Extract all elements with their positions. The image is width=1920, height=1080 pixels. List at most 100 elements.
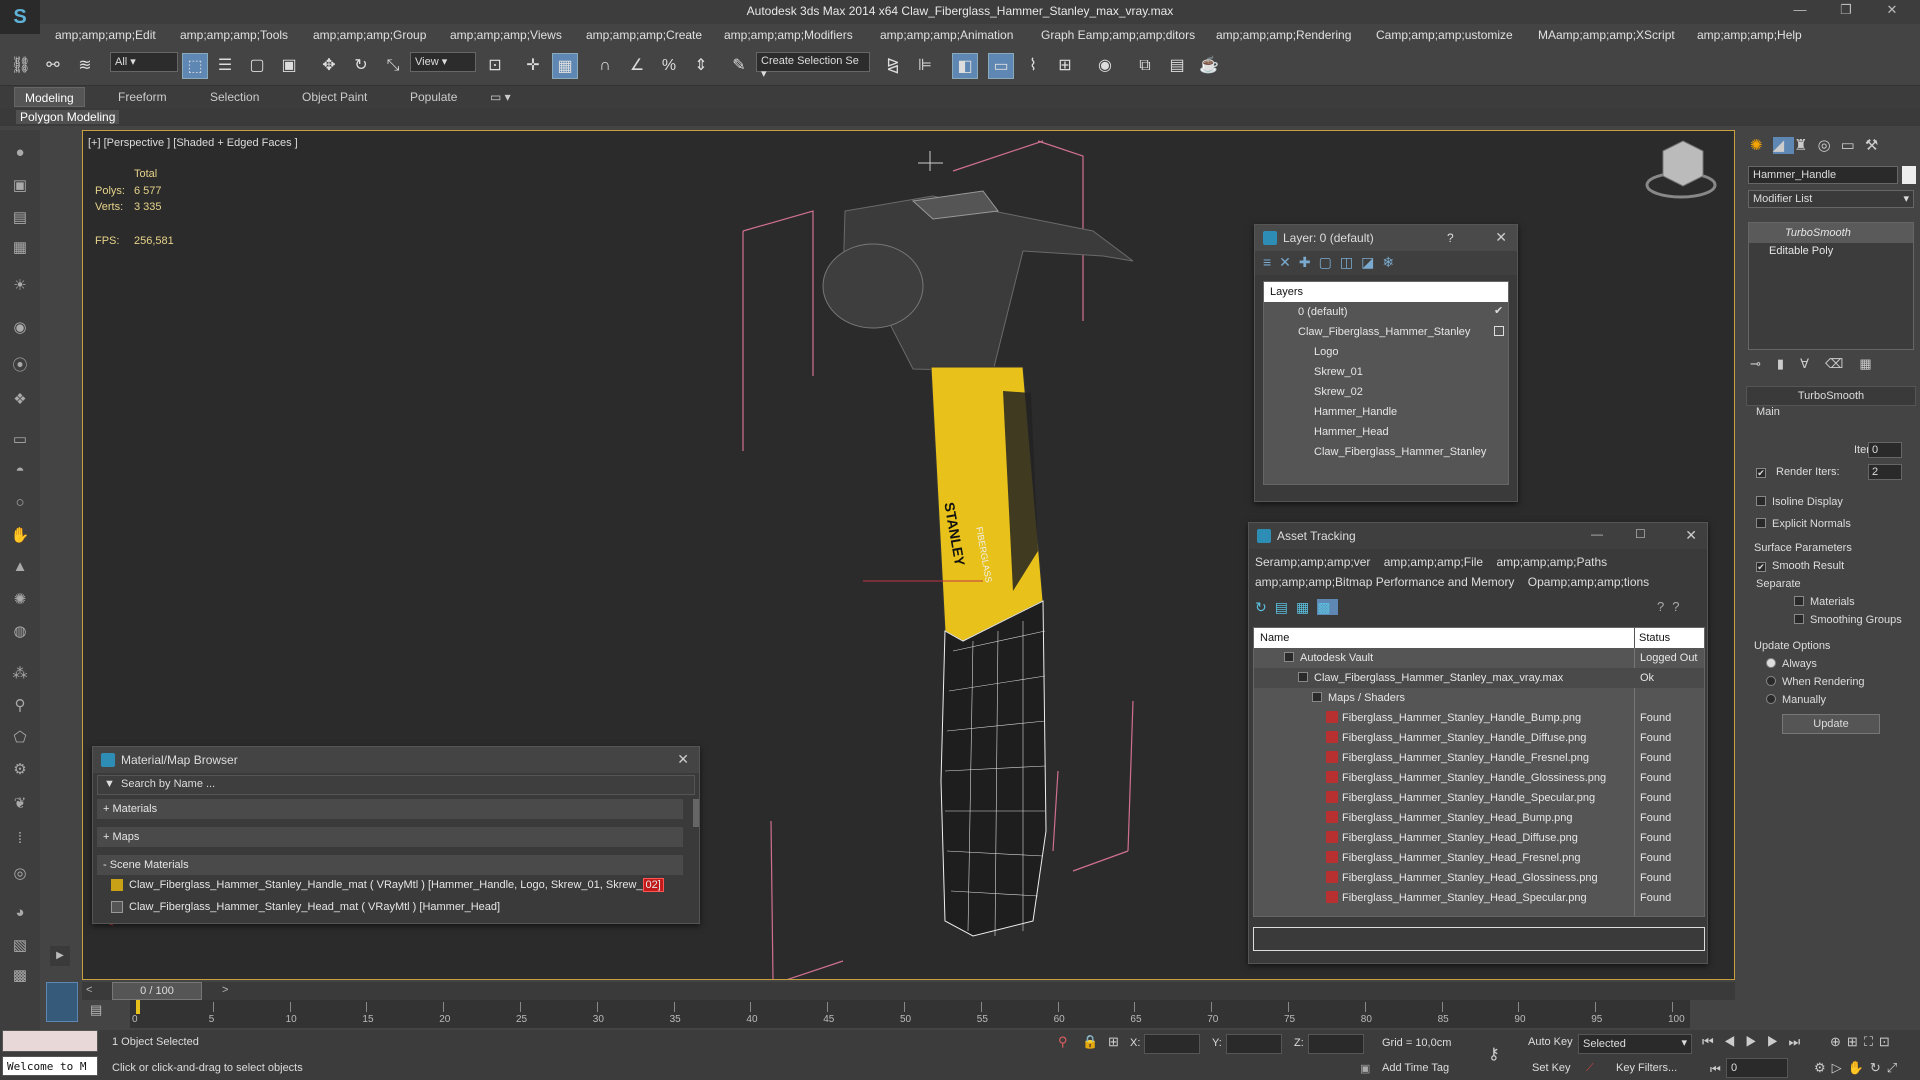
update-button[interactable]: Update [1782, 714, 1880, 734]
scale-icon[interactable]: ⤡ [380, 53, 406, 79]
make-unique-icon[interactable]: ∀ [1800, 356, 1825, 371]
rectangular-selection-icon[interactable]: ▢ [244, 53, 270, 79]
asset-col-status[interactable]: Status [1635, 628, 1704, 648]
object-name-field[interactable]: Hammer_Handle [1748, 166, 1898, 184]
asset-row[interactable]: Fiberglass_Hammer_Stanley_Handle_Glossin… [1254, 768, 1704, 788]
prev-frame-icon[interactable]: < [86, 984, 92, 996]
play-icon[interactable]: ▶ [1745, 1034, 1767, 1049]
time-config-icon[interactable]: ⚙ [1814, 1060, 1832, 1075]
render-iters-checkbox[interactable]: ✔ [1756, 466, 1772, 478]
layer-highlight-icon[interactable]: ◫ [1340, 254, 1361, 270]
select-object-icon[interactable]: ⬚ [182, 53, 208, 79]
angle-snap-icon[interactable]: ∠ [624, 53, 650, 79]
motion-tab-icon[interactable]: ◎ [1818, 137, 1841, 154]
window-crossing-icon[interactable]: ▣ [276, 53, 302, 79]
previous-key-icon[interactable]: ◀ [1724, 1034, 1746, 1049]
time-slider[interactable]: < 0 / 100 > [82, 982, 1735, 1000]
material-browser-close-icon[interactable]: ✕ [677, 751, 689, 768]
material-search-box[interactable]: ▼ Search by Name ... [97, 775, 695, 795]
current-frame-field[interactable]: 0 [1726, 1058, 1788, 1078]
layer-add-icon[interactable]: ✚ [1299, 254, 1319, 270]
spinner-snap-icon[interactable]: ⇕ [688, 53, 714, 79]
modifier-list-dropdown[interactable]: Modifier List ▾ [1748, 190, 1914, 208]
asset-row[interactable]: Fiberglass_Hammer_Stanley_Handle_Bump.pn… [1254, 708, 1704, 728]
current-time-marker[interactable] [136, 1000, 140, 1014]
rendered-frame-window-icon[interactable]: ▤ [1164, 53, 1190, 79]
create-tab-icon[interactable]: ✺ [1750, 137, 1773, 154]
mini-listener-icon[interactable] [46, 982, 78, 1022]
layers-column-header[interactable]: Layers [1264, 282, 1508, 302]
close-button[interactable]: ✕ [1872, 2, 1912, 22]
utilities-tab-icon[interactable]: ⚒ [1865, 137, 1888, 154]
hair-icon[interactable]: ⁞ [8, 830, 32, 852]
menu-modifiers[interactable]: amp;amp;amp;Modifiers [724, 28, 853, 42]
tab-modeling[interactable]: Modeling [14, 87, 85, 107]
app-menu-icon[interactable]: S [0, 0, 40, 34]
show-end-result-icon[interactable]: ▮ [1777, 356, 1800, 371]
next-frame-icon[interactable]: > [222, 984, 228, 996]
select-manipulate-icon[interactable]: ✛ [520, 53, 546, 79]
set-key-key-icon[interactable]: ⚷ [1488, 1044, 1500, 1064]
hemisphere-icon[interactable]: ◓ [8, 462, 32, 484]
maxscript-listener-field[interactable] [2, 1030, 98, 1052]
z-coord-field[interactable] [1308, 1034, 1364, 1054]
layer-select-icon[interactable]: ▢ [1319, 254, 1340, 270]
asset-row[interactable]: Fiberglass_Hammer_Stanley_Head_Fresnel.p… [1254, 848, 1704, 868]
orbit-icon[interactable]: ↻ [1870, 1060, 1887, 1075]
sphere-icon[interactable]: ○ [8, 494, 32, 516]
menu-customize[interactable]: Camp;amp;amp;ustomize [1376, 28, 1513, 42]
asset-row[interactable]: Autodesk Vault Logged Out [1254, 648, 1704, 668]
asset-row[interactable]: Fiberglass_Hammer_Stanley_Handle_Fresnel… [1254, 748, 1704, 768]
key-mode-toggle-icon[interactable]: ⏮ [1710, 1062, 1721, 1077]
y-coord-field[interactable] [1226, 1034, 1282, 1054]
key-mode-dropdown[interactable]: Selected ▾ [1578, 1034, 1692, 1054]
turbosmooth-rollout[interactable]: TurboSmooth [1746, 386, 1916, 406]
layer-object-skrew-02[interactable]: Skrew_02 [1264, 382, 1363, 402]
pin-stack-icon[interactable]: ⊸ [1750, 356, 1777, 371]
isolate-selection-icon[interactable]: ⚲ [1058, 1034, 1068, 1050]
curve-editor-icon[interactable]: ⌇ [1020, 53, 1046, 79]
menu-views[interactable]: amp;amp;amp;Views [450, 28, 562, 42]
asset-tracking-header[interactable]: Asset Tracking — ☐ ✕ [1249, 523, 1707, 549]
layer-close-icon[interactable]: ✕ [1495, 229, 1507, 246]
materials-checkbox[interactable]: Materials [1794, 596, 1855, 608]
create-geometry-icon[interactable]: ● [8, 144, 32, 166]
remove-modifier-icon[interactable]: ⌫ [1825, 356, 1859, 371]
layer-object-hammer-group[interactable]: Claw_Fiberglass_Hammer_Stanley [1264, 442, 1486, 462]
asset-menu-server[interactable]: Seramp;amp;amp;ver [1255, 555, 1370, 569]
asset-row[interactable]: Fiberglass_Hammer_Stanley_Head_Bump.png F… [1254, 808, 1704, 828]
list-view-icon[interactable]: ▤ [1275, 599, 1296, 615]
render-setup-icon[interactable]: ⧉ [1132, 53, 1158, 79]
layer-checkbox[interactable] [1494, 326, 1504, 336]
camera-icon[interactable]: ◉ [8, 318, 32, 340]
modify-tab-icon[interactable]: ◢ [1772, 137, 1795, 154]
zoom-extents-icon[interactable]: ⛶ [1864, 1034, 1879, 1049]
layer-dialog-header[interactable]: Layer: 0 (default) ? ✕ [1255, 225, 1517, 251]
snap-3d-icon[interactable]: ∩ [592, 53, 618, 79]
object-color-swatch[interactable] [1902, 166, 1916, 184]
layer-item-hammer[interactable]: Claw_Fiberglass_Hammer_Stanley [1264, 322, 1470, 342]
add-time-tag-button[interactable]: Add Time Tag [1382, 1062, 1449, 1074]
default-tangents-icon[interactable]: ⟋ [1586, 1062, 1594, 1075]
asset-whats-this-icon[interactable]: ? [1672, 599, 1687, 614]
layer-object-hammer-handle[interactable]: Hammer_Handle [1264, 402, 1397, 422]
render-icon[interactable]: ▧ [8, 936, 32, 958]
asset-maximize-icon[interactable]: ☐ [1635, 527, 1646, 541]
menu-create[interactable]: amp;amp;amp;Create [586, 28, 702, 42]
material-browser-scrollbar[interactable] [693, 799, 699, 827]
move-icon[interactable]: ✥ [316, 53, 342, 79]
stack-item-turbosmooth[interactable]: TurboSmooth [1749, 223, 1913, 243]
polygon-modeling-panel[interactable]: Polygon Modeling [16, 110, 120, 124]
light-icon[interactable]: ☀ [8, 276, 32, 298]
mirror-icon[interactable]: ⧎ [880, 53, 906, 79]
asset-row[interactable]: Claw_Fiberglass_Hammer_Stanley_max_vray.… [1254, 668, 1704, 688]
configure-sets-icon[interactable]: ▦ [1859, 356, 1887, 371]
asset-path-field[interactable] [1253, 927, 1705, 951]
asset-row[interactable]: Fiberglass_Hammer_Stanley_Head_Glossines… [1254, 868, 1704, 888]
menu-animation[interactable]: amp;amp;amp;Animation [880, 28, 1013, 42]
layer-item-default[interactable]: 0 (default) [1264, 302, 1348, 322]
time-tag-icon[interactable]: ▣ [1360, 1062, 1370, 1075]
pin-icon[interactable]: ⚲ [8, 696, 32, 718]
zoom-icon[interactable]: ⊕ [1830, 1034, 1847, 1049]
hand-icon[interactable]: ✋ [8, 526, 32, 548]
